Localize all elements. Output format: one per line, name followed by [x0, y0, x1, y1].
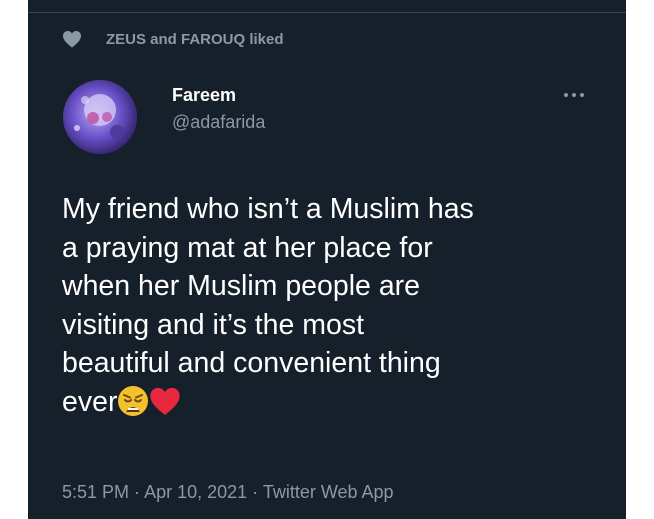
tweet-line: beautiful and convenient thing	[62, 347, 441, 379]
tweet-text: My friend who isn’t a Muslim has a prayi…	[62, 190, 622, 421]
tweet-date[interactable]: Apr 10, 2021	[144, 482, 247, 502]
liked-by-text: ZEUS and FAROUQ liked	[106, 30, 284, 48]
tweet-line: when her Muslim people are	[62, 270, 421, 302]
red-heart-emoji-icon	[149, 385, 181, 417]
social-context[interactable]: ZEUS and FAROUQ liked	[62, 28, 284, 50]
more-options-icon[interactable]	[564, 88, 590, 102]
user-info[interactable]: Fareem @adafarida	[172, 84, 265, 133]
avatar[interactable]	[63, 80, 137, 154]
tweet-card: ZEUS and FAROUQ liked Fareem @adafarida	[28, 0, 626, 519]
user-handle[interactable]: @adafarida	[172, 111, 265, 133]
meta-separator: ·	[247, 482, 263, 502]
tweet-last-line: ever	[62, 383, 622, 422]
heart-icon	[63, 30, 81, 48]
tweet-line: a praying mat at her place for	[62, 231, 433, 264]
tweet-line: ever	[62, 385, 118, 418]
weary-face-emoji-icon	[117, 385, 149, 417]
tweet-meta: 5:51 PM · Apr 10, 2021 · Twitter Web App	[62, 482, 394, 503]
meta-separator: ·	[129, 482, 145, 502]
tweet-source[interactable]: Twitter Web App	[263, 482, 394, 502]
divider	[28, 12, 626, 13]
avatar-image	[63, 80, 137, 154]
tweet-line: My friend who isn’t a Muslim has	[62, 193, 474, 225]
tweet-line: visiting and it’s the most	[62, 308, 365, 341]
display-name[interactable]: Fareem	[172, 84, 265, 106]
tweet-time[interactable]: 5:51 PM	[62, 482, 129, 502]
